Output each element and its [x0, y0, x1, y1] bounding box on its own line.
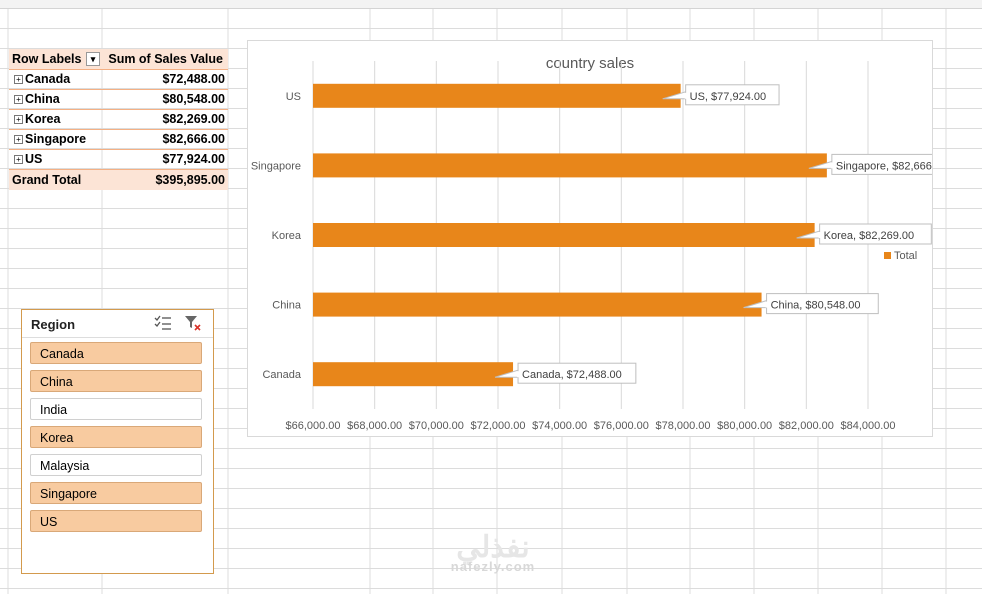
data-label-joint — [765, 301, 769, 308]
pivot-row[interactable]: + Singapore $82,666.00 — [9, 129, 228, 150]
column-headers — [0, 0, 982, 9]
data-label-joint — [830, 162, 834, 169]
expand-icon[interactable]: + — [14, 115, 23, 124]
data-label: China, $80,548.00 — [771, 300, 861, 312]
slicer-item[interactable]: India — [30, 398, 202, 420]
slicer-item[interactable]: Korea — [30, 426, 202, 448]
grand-total-value: $395,895.00 — [155, 173, 225, 187]
y-category-label: Canada — [262, 369, 301, 381]
expand-icon[interactable]: + — [14, 155, 23, 164]
y-category-label: Korea — [272, 230, 302, 242]
pivot-row-label: China — [25, 92, 60, 106]
data-label: Singapore, $82,666.00 — [836, 160, 932, 172]
pivot-row-value: $82,666.00 — [162, 132, 225, 146]
pivot-row[interactable]: + US $77,924.00 — [9, 149, 228, 170]
slicer-item[interactable]: China — [30, 370, 202, 392]
x-tick-label: $70,000.00 — [409, 420, 464, 432]
slicer-divider — [22, 337, 213, 338]
slicer-item[interactable]: US — [30, 510, 202, 532]
x-tick-label: $72,000.00 — [470, 420, 525, 432]
bar-chart[interactable]: country sales $66,000.00 $68,000.00 $70,000… — [247, 40, 933, 437]
watermark-logo: نفذلي nafezly.com — [433, 530, 553, 574]
pivot-row-value: $80,548.00 — [162, 92, 225, 106]
pivot-row-label: Singapore — [25, 132, 87, 146]
pivot-row-label: US — [25, 152, 43, 166]
legend-label: Total — [894, 250, 917, 262]
y-category-label: China — [272, 300, 302, 312]
slicer-title: Region — [31, 317, 76, 332]
bar — [313, 83, 681, 108]
x-tick-label: $76,000.00 — [594, 420, 649, 432]
watermark-subtext: nafezly.com — [450, 559, 536, 574]
chart-canvas: country sales$66,000.00 $68,000.00 $70,000… — [251, 55, 932, 432]
slicer-item[interactable]: Canada — [30, 342, 202, 364]
pivot-header-row: Row Labels ▾ Sum of Sales Value — [9, 49, 228, 70]
sum-header: Sum of Sales Value — [108, 52, 223, 66]
pivot-row-label: Canada — [25, 72, 71, 86]
pivot-row-value: $82,269.00 — [162, 112, 225, 126]
x-tick-label: $66,000.00 — [285, 420, 340, 432]
clear-filter-icon[interactable] — [184, 314, 202, 332]
grand-total-label: Grand Total — [12, 173, 82, 187]
x-tick-label: $80,000.00 — [717, 420, 772, 432]
slicer-item[interactable]: Malaysia — [30, 454, 202, 476]
data-label-joint — [818, 232, 822, 238]
expand-icon[interactable]: + — [14, 135, 23, 144]
pivot-row[interactable]: + Korea $82,269.00 — [9, 109, 228, 130]
data-label: US, $77,924.00 — [690, 91, 766, 103]
data-label: Korea, $82,269.00 — [824, 230, 915, 242]
x-tick-label: $74,000.00 — [532, 420, 587, 432]
pivot-row[interactable]: + China $80,548.00 — [9, 89, 228, 110]
legend-swatch — [884, 252, 891, 259]
data-label-joint — [684, 92, 688, 99]
bar — [313, 292, 762, 317]
bar — [313, 362, 514, 387]
multi-select-icon[interactable] — [154, 315, 172, 331]
pivot-row-value: $77,924.00 — [162, 152, 225, 166]
y-category-label: Singapore — [251, 160, 301, 172]
bar — [313, 223, 815, 247]
pivot-row[interactable]: + Canada $72,488.00 — [9, 69, 228, 90]
x-tick-label: $84,000.00 — [840, 420, 895, 432]
grand-total-row: Grand Total $395,895.00 — [9, 169, 228, 190]
region-slicer[interactable]: Region Canada China India Korea Malaysia Sing… — [21, 309, 214, 574]
slicer-item[interactable]: Singapore — [30, 482, 202, 504]
pivot-row-value: $72,488.00 — [162, 72, 225, 86]
expand-icon[interactable]: + — [14, 75, 23, 84]
y-category-label: US — [286, 91, 301, 103]
x-tick-label: $78,000.00 — [655, 420, 710, 432]
filter-dropdown-icon[interactable]: ▾ — [86, 52, 100, 66]
expand-icon[interactable]: + — [14, 95, 23, 104]
data-label-joint — [517, 371, 521, 378]
pivot-row-label: Korea — [25, 112, 61, 126]
x-tick-label: $82,000.00 — [779, 420, 834, 432]
bar — [313, 153, 827, 178]
x-tick-label: $68,000.00 — [347, 420, 402, 432]
data-label: Canada, $72,488.00 — [522, 369, 622, 381]
row-labels-header: Row Labels — [12, 52, 82, 66]
